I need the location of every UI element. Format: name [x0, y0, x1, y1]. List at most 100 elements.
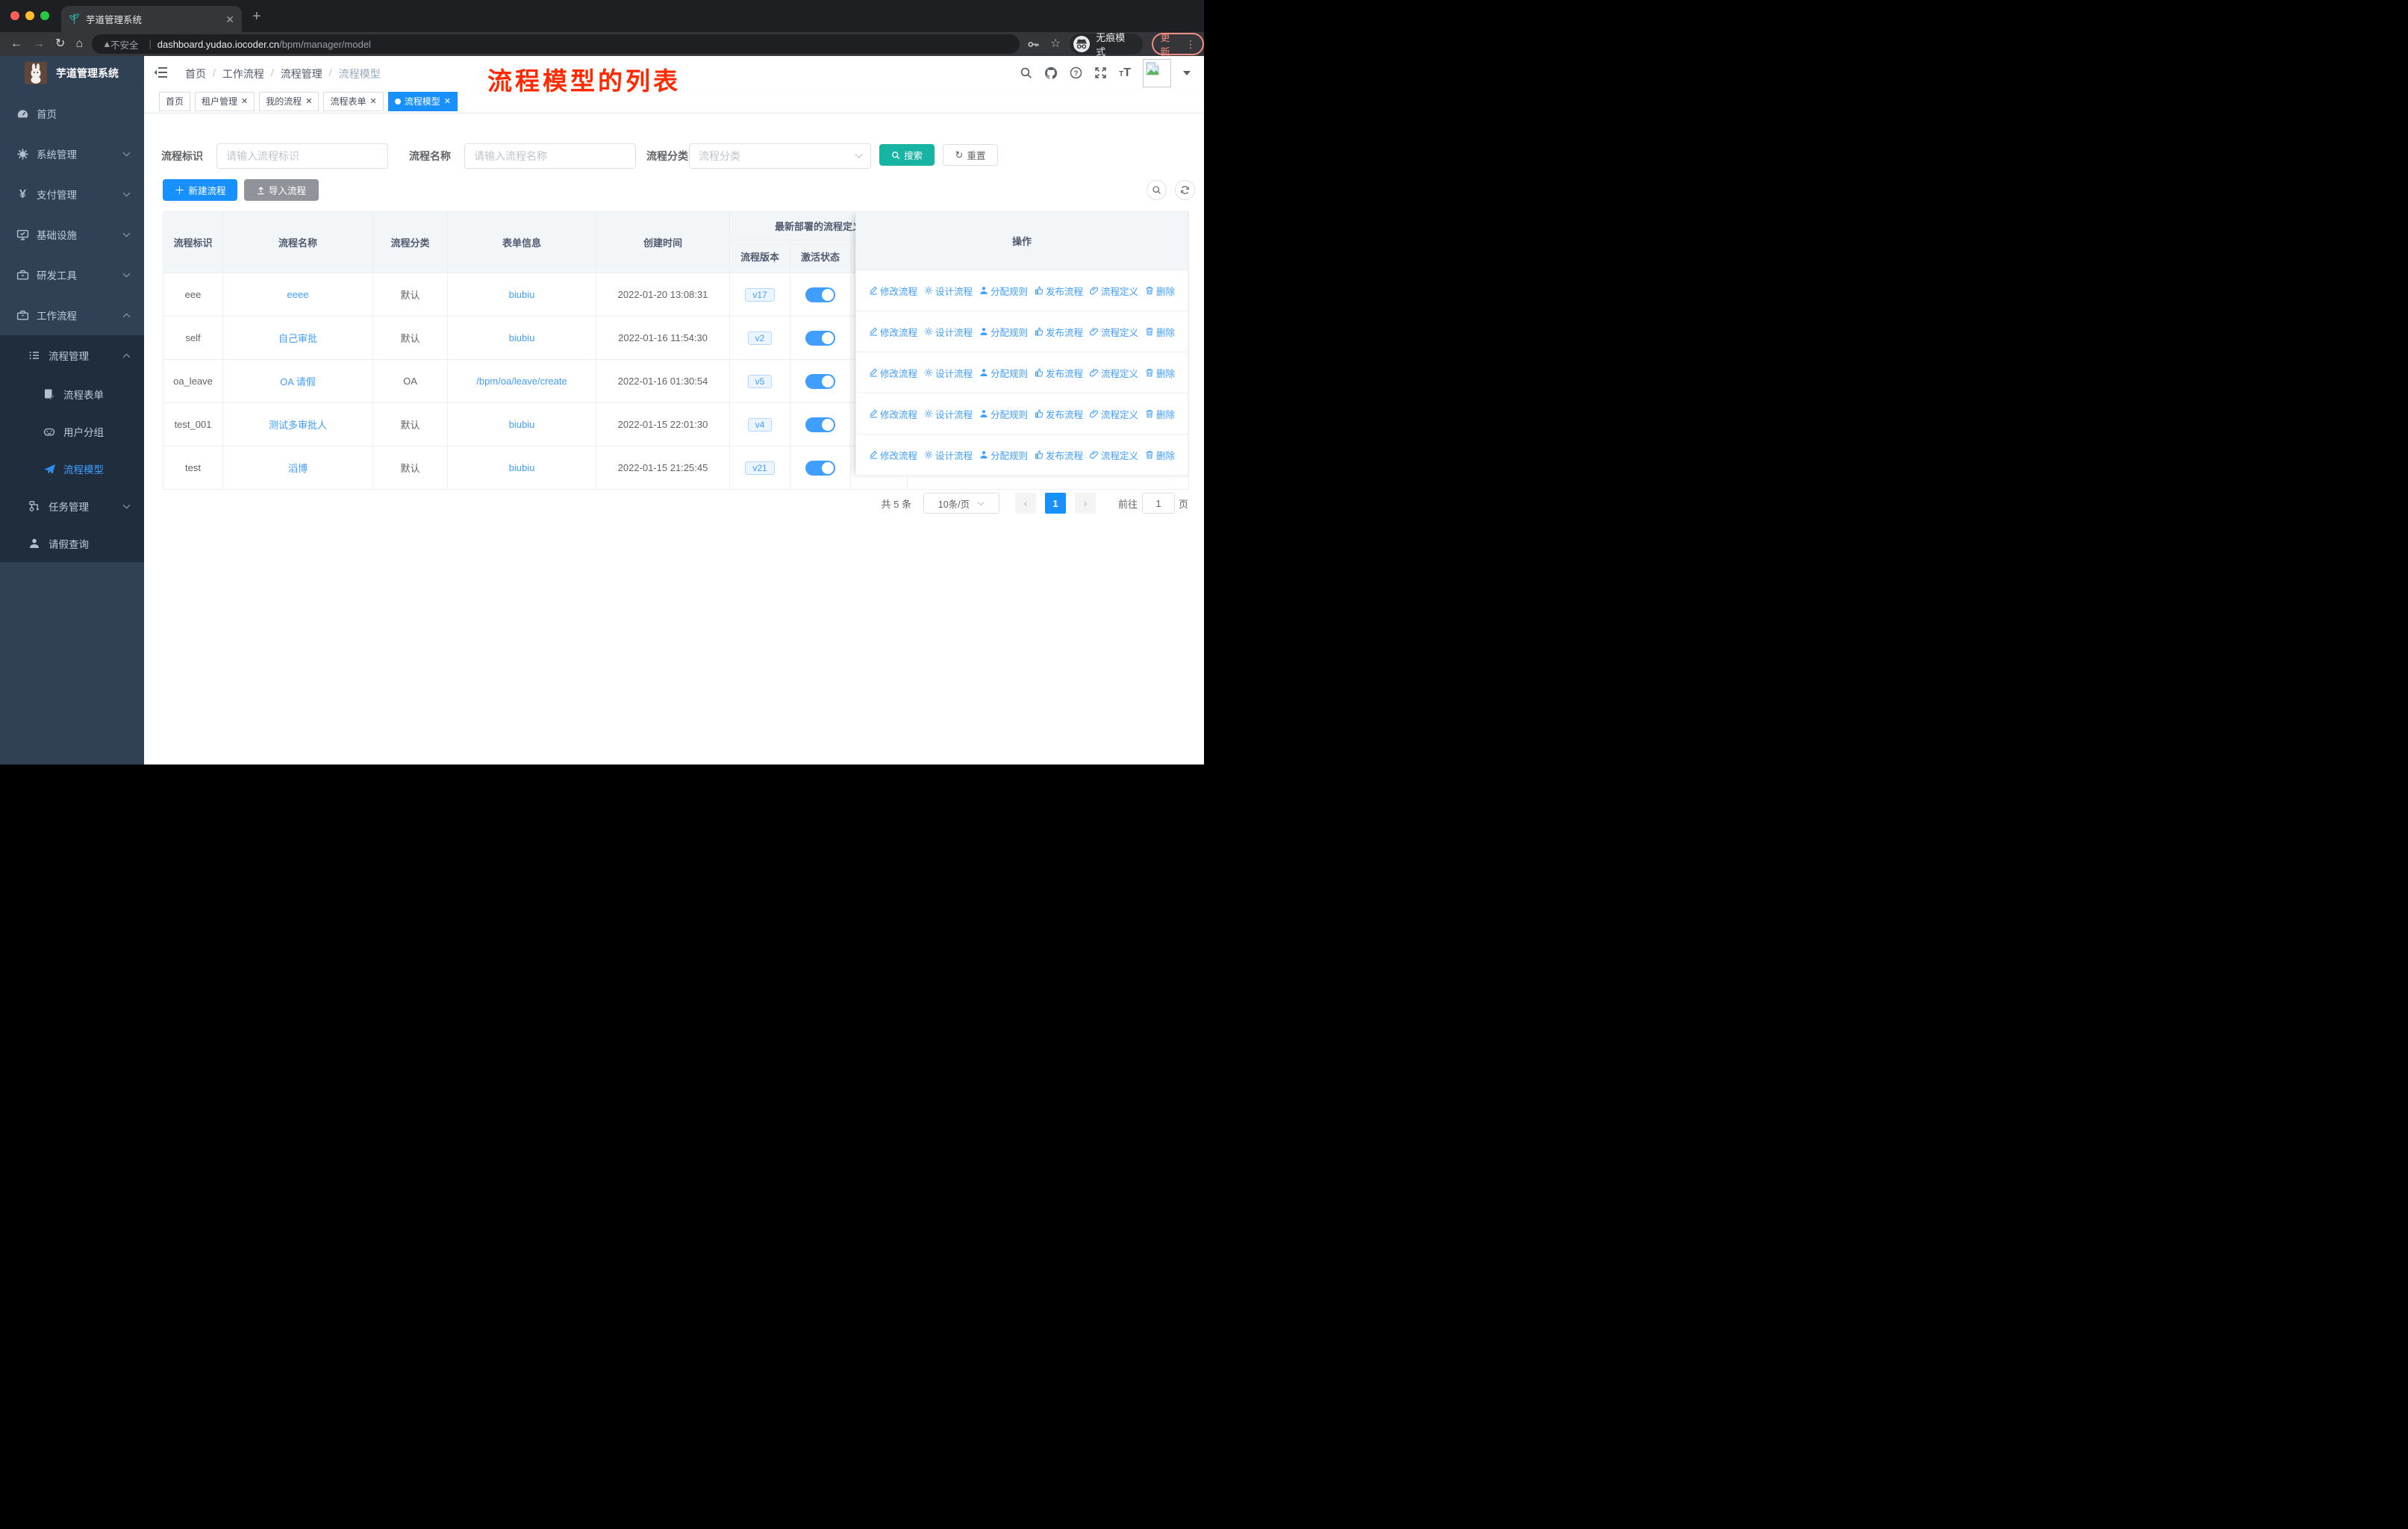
publish-process-link[interactable]: 发布流程: [1035, 284, 1083, 298]
sidebar-logo[interactable]: 芋道管理系统: [0, 56, 144, 90]
delete-link[interactable]: 删除: [1145, 366, 1175, 380]
close-window-button[interactable]: [10, 11, 19, 20]
process-name-link[interactable]: 测试多审批人: [269, 420, 327, 431]
password-key-icon[interactable]: [1027, 38, 1040, 51]
assign-rule-link[interactable]: 分配规则: [979, 366, 1028, 380]
publish-process-link[interactable]: 发布流程: [1035, 325, 1083, 339]
back-icon[interactable]: ←: [10, 38, 22, 50]
assign-rule-link[interactable]: 分配规则: [979, 325, 1028, 339]
active-toggle[interactable]: [805, 287, 835, 302]
process-name-link[interactable]: OA 请假: [280, 376, 316, 387]
sidebar-item-system[interactable]: 系统管理: [0, 134, 144, 174]
design-process-link[interactable]: 设计流程: [924, 448, 973, 462]
tag-my-process[interactable]: 我的流程 ✕: [259, 91, 319, 111]
import-process-button[interactable]: 导入流程: [244, 179, 319, 201]
active-toggle[interactable]: [805, 460, 835, 476]
close-icon[interactable]: ✕: [444, 96, 451, 106]
current-page[interactable]: 1: [1044, 493, 1066, 514]
modify-process-link[interactable]: 修改流程: [869, 448, 917, 462]
process-definition-link[interactable]: 流程定义: [1090, 407, 1138, 421]
goto-page-input[interactable]: 1: [1141, 493, 1175, 514]
modify-process-link[interactable]: 修改流程: [869, 325, 917, 339]
modify-process-link[interactable]: 修改流程: [869, 284, 917, 298]
design-process-link[interactable]: 设计流程: [924, 325, 973, 339]
process-id-input[interactable]: 请输入流程标识: [216, 143, 388, 169]
font-size-icon[interactable]: TT: [1119, 66, 1131, 80]
refresh-table-icon[interactable]: [1175, 180, 1195, 200]
reset-button[interactable]: ↻ 重置: [943, 144, 998, 166]
sidebar-item-home[interactable]: 首页: [0, 93, 144, 134]
process-definition-link[interactable]: 流程定义: [1090, 325, 1138, 339]
design-process-link[interactable]: 设计流程: [924, 407, 973, 421]
search-icon[interactable]: [1020, 66, 1032, 79]
sidebar-item-workflow[interactable]: 工作流程: [0, 295, 144, 335]
form-info-link[interactable]: biubiu: [509, 332, 535, 343]
active-toggle[interactable]: [805, 373, 835, 389]
process-name-link[interactable]: 滔博: [288, 463, 308, 474]
forward-icon[interactable]: →: [33, 38, 45, 50]
publish-process-link[interactable]: 发布流程: [1035, 407, 1083, 421]
tag-process-model[interactable]: 流程模型 ✕: [387, 91, 458, 111]
sidebar-item-payment[interactable]: ¥ 支付管理: [0, 174, 144, 214]
delete-link[interactable]: 删除: [1145, 325, 1175, 339]
fullscreen-icon[interactable]: [1094, 66, 1107, 79]
category-select[interactable]: 流程分类: [689, 143, 871, 169]
design-process-link[interactable]: 设计流程: [924, 284, 973, 298]
publish-process-link[interactable]: 发布流程: [1035, 448, 1083, 462]
sidebar-item-infra[interactable]: 基础设施: [0, 214, 144, 255]
create-process-button[interactable]: ＋ 新建流程: [163, 179, 237, 201]
modify-process-link[interactable]: 修改流程: [869, 366, 917, 380]
sidebar-item-process-model[interactable]: 流程模型: [0, 450, 144, 488]
reload-icon[interactable]: ↻: [55, 38, 65, 50]
fold-sidebar-icon[interactable]: [153, 66, 168, 79]
sidebar-item-process-mgmt[interactable]: 流程管理: [0, 335, 144, 376]
assign-rule-link[interactable]: 分配规则: [979, 448, 1028, 462]
process-name-link[interactable]: eeee: [287, 289, 309, 300]
process-definition-link[interactable]: 流程定义: [1090, 366, 1138, 380]
tab-close-icon[interactable]: ✕: [225, 14, 234, 25]
process-definition-link[interactable]: 流程定义: [1090, 284, 1138, 298]
active-toggle[interactable]: [805, 330, 835, 346]
assign-rule-link[interactable]: 分配规则: [979, 284, 1028, 298]
minimize-window-button[interactable]: [25, 11, 34, 20]
tag-process-form[interactable]: 流程表单 ✕: [323, 91, 384, 111]
sidebar-item-user-group[interactable]: 用户分组: [0, 413, 144, 450]
prev-page-button[interactable]: ‹: [1014, 493, 1036, 514]
process-definition-link[interactable]: 流程定义: [1090, 448, 1138, 462]
close-icon[interactable]: ✕: [370, 96, 377, 106]
delete-link[interactable]: 删除: [1145, 284, 1175, 298]
browser-tab[interactable]: 芋道管理系统 ✕: [61, 6, 242, 32]
close-icon[interactable]: ✕: [241, 96, 248, 106]
publish-process-link[interactable]: 发布流程: [1035, 366, 1083, 380]
close-icon[interactable]: ✕: [305, 96, 312, 106]
delete-link[interactable]: 删除: [1145, 407, 1175, 421]
assign-rule-link[interactable]: 分配规则: [979, 407, 1028, 421]
home-icon[interactable]: ⌂: [75, 38, 83, 50]
form-info-link[interactable]: /bpm/oa/leave/create: [476, 376, 567, 387]
design-process-link[interactable]: 设计流程: [924, 366, 973, 380]
page-size-select[interactable]: 10条/页: [923, 493, 999, 514]
breadcrumb-workflow[interactable]: 工作流程: [222, 66, 264, 81]
tag-tenant[interactable]: 租户管理 ✕: [195, 91, 255, 111]
avatar-caret-icon[interactable]: [1183, 70, 1191, 75]
form-info-link[interactable]: biubiu: [509, 419, 535, 430]
github-icon[interactable]: [1044, 66, 1058, 80]
breadcrumb-process-mgmt[interactable]: 流程管理: [281, 66, 322, 81]
maximize-window-button[interactable]: [40, 11, 49, 20]
form-info-link[interactable]: biubiu: [509, 289, 535, 300]
sidebar-item-process-form[interactable]: 流程表单: [0, 376, 144, 413]
breadcrumb-home[interactable]: 首页: [185, 66, 206, 81]
next-page-button[interactable]: ›: [1074, 493, 1096, 514]
process-name-input[interactable]: 请输入流程名称: [464, 143, 636, 169]
process-name-link[interactable]: 自己审批: [278, 333, 317, 344]
form-info-link[interactable]: biubiu: [509, 462, 535, 473]
security-warning[interactable]: ▲! 不安全 |: [102, 37, 157, 52]
update-menu[interactable]: 更新 ⋮: [1152, 32, 1204, 57]
tag-home[interactable]: 首页: [159, 91, 191, 111]
bookmark-star-icon[interactable]: ☆: [1050, 38, 1061, 50]
sidebar-item-devtools[interactable]: 研发工具: [0, 255, 144, 295]
active-toggle[interactable]: [805, 417, 835, 432]
new-tab-button[interactable]: +: [252, 9, 261, 24]
search-button[interactable]: 搜索: [879, 144, 935, 166]
sidebar-item-leave-query[interactable]: 请假查询: [0, 525, 144, 562]
